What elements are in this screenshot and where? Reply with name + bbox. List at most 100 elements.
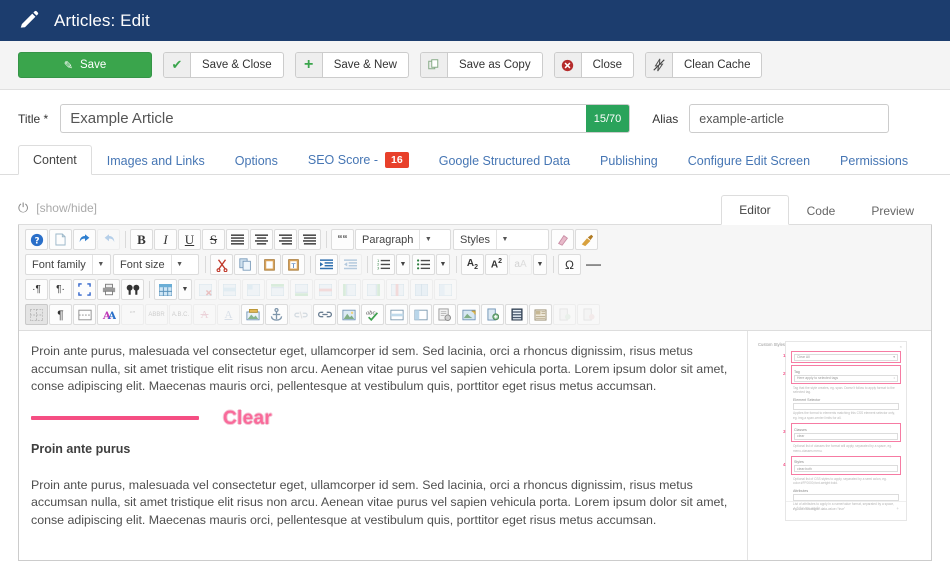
- thumbnail-field-styles: 4 Styles clear:both: [783, 455, 901, 475]
- annotation-number-4: 4: [783, 461, 786, 467]
- paste-text-icon[interactable]: T: [282, 254, 305, 275]
- chevron-down-icon: ▼: [170, 255, 188, 274]
- insert-image-icon[interactable]: [241, 304, 264, 325]
- close-icon: ×: [899, 344, 902, 349]
- alias-input[interactable]: [689, 104, 890, 133]
- underline-icon[interactable]: U: [178, 229, 201, 250]
- editor-mode-code[interactable]: Code: [789, 196, 854, 225]
- clear-style-demo: Clear: [31, 409, 733, 427]
- thumbnail-element-selector-input: [793, 402, 899, 410]
- new-document-icon[interactable]: [49, 229, 72, 250]
- close-button[interactable]: Close: [553, 52, 634, 78]
- table-icon[interactable]: [154, 279, 177, 300]
- font-family-select[interactable]: Font family ▼: [25, 254, 111, 275]
- annotation-number-2: 2: [783, 371, 786, 376]
- copy-icon[interactable]: [234, 254, 257, 275]
- thumbnail-tag-hint: Tag that the style creates, eg. span. Do…: [793, 386, 895, 395]
- contact-icon: [553, 304, 576, 325]
- numbered-list-icon[interactable]: 123: [372, 254, 395, 275]
- undo-icon[interactable]: [73, 229, 96, 250]
- tab-content[interactable]: Content: [18, 145, 92, 175]
- numbered-list-options-icon[interactable]: ▼: [396, 254, 410, 275]
- italic-icon[interactable]: I: [154, 229, 177, 250]
- spellcheck-icon[interactable]: AA: [97, 304, 120, 325]
- save-and-new-label: Save & New: [333, 59, 397, 71]
- editor-mode-editor[interactable]: Editor: [721, 195, 789, 225]
- editor-document[interactable]: Proin ante purus, malesuada vel consecte…: [19, 331, 747, 560]
- align-justify-icon[interactable]: [298, 229, 321, 250]
- paragraph-format-select[interactable]: Paragraph ▼: [355, 229, 451, 250]
- align-right-icon[interactable]: [274, 229, 297, 250]
- visual-blocks-icon[interactable]: [25, 304, 48, 325]
- tab-google-structured-data[interactable]: Google Structured Data: [424, 146, 585, 175]
- tab-permissions[interactable]: Permissions: [825, 146, 923, 175]
- outdent-icon[interactable]: [315, 254, 338, 275]
- thumbnail-styles-input: clear:both: [794, 465, 898, 473]
- template-icon[interactable]: [433, 304, 456, 325]
- search-replace-icon[interactable]: [121, 279, 144, 300]
- paragraph-mark-icon[interactable]: ¶: [49, 304, 72, 325]
- tab-publishing[interactable]: Publishing: [585, 146, 673, 175]
- strikethrough-icon[interactable]: S: [202, 229, 225, 250]
- save-and-close-button[interactable]: ✔ Save & Close: [163, 52, 284, 78]
- fullscreen-icon[interactable]: [73, 279, 96, 300]
- align-left-icon[interactable]: [226, 229, 249, 250]
- tab-configure-edit-screen[interactable]: Configure Edit Screen: [673, 146, 825, 175]
- readmore-icon[interactable]: [385, 304, 408, 325]
- chevron-down-icon: ▼: [419, 230, 436, 249]
- bold-icon[interactable]: B: [130, 229, 153, 250]
- remove-format-icon[interactable]: [551, 229, 574, 250]
- spellchecker-icon[interactable]: abc: [361, 304, 384, 325]
- rtl-icon[interactable]: ¶·: [49, 279, 72, 300]
- tinymce-editor: ? B I U S ““ Paragraph ▼ Styles ▼ Font f…: [18, 225, 932, 561]
- superscript-icon[interactable]: A2: [485, 254, 508, 275]
- help-icon[interactable]: ?: [25, 229, 48, 250]
- bullet-list-icon[interactable]: [412, 254, 435, 275]
- clean-format-icon[interactable]: [575, 229, 598, 250]
- save-and-new-button[interactable]: + Save & New: [294, 52, 409, 78]
- special-character-icon[interactable]: Ω: [558, 254, 581, 275]
- styles-select[interactable]: Styles ▼: [453, 229, 549, 250]
- cut-icon[interactable]: [210, 254, 233, 275]
- thumbnail-clear-all-select: Clear All ▾: [794, 353, 898, 361]
- save-as-copy-button[interactable]: Save as Copy: [419, 52, 543, 78]
- title-input[interactable]: [60, 104, 586, 133]
- layout-icon[interactable]: [529, 304, 552, 325]
- seo-score-badge: 16: [385, 152, 409, 168]
- tab-images-and-links[interactable]: Images and Links: [92, 146, 220, 175]
- save-button[interactable]: ✎ Save: [18, 52, 152, 78]
- subscript-icon[interactable]: A2: [461, 254, 484, 275]
- tinymce-toolbar-row-2: Font family ▼ Font size ▼ T 1 2 3 ▼ ▼ A2…: [23, 252, 927, 277]
- table-options-icon[interactable]: ▼: [178, 279, 192, 300]
- horizontal-rule-icon[interactable]: [582, 254, 605, 275]
- tab-seo-score[interactable]: SEO Score - 16: [293, 144, 424, 175]
- table-row-props-icon: [218, 279, 241, 300]
- blockquote-icon[interactable]: ““: [331, 229, 354, 250]
- link-icon[interactable]: [313, 304, 336, 325]
- tab-options[interactable]: Options: [220, 146, 293, 175]
- ltr-icon[interactable]: ·¶: [25, 279, 48, 300]
- print-icon[interactable]: [97, 279, 120, 300]
- chevron-down-icon: ↕: [893, 376, 895, 380]
- page-break-icon[interactable]: [73, 304, 96, 325]
- insert-column-before-icon: [338, 279, 361, 300]
- toggle-editor-button[interactable]: ⏻ [show/hide]: [18, 200, 97, 224]
- toolbar-separator: [149, 281, 150, 298]
- bullet-list-options-icon[interactable]: ▼: [436, 254, 450, 275]
- tab-images-and-links-label: Images and Links: [106, 154, 205, 168]
- thumbnail-field-tag: 2 Tag Here apply to selected tags ↕: [783, 365, 901, 384]
- thumbnail-field-classes: 3 Classes clear: [783, 423, 901, 443]
- font-size-select[interactable]: Font size ▼: [113, 254, 199, 275]
- paste-icon[interactable]: [258, 254, 281, 275]
- clean-cache-button[interactable]: Clean Cache: [644, 52, 763, 78]
- editor-mode-preview[interactable]: Preview: [853, 196, 932, 225]
- anchor-icon[interactable]: [265, 304, 288, 325]
- article-icon[interactable]: [481, 304, 504, 325]
- tab-content-label: Content: [33, 153, 77, 167]
- image-icon[interactable]: [337, 304, 360, 325]
- pagebreak-icon[interactable]: [409, 304, 432, 325]
- media-icon[interactable]: [457, 304, 480, 325]
- editor-content-area[interactable]: Proin ante purus, malesuada vel consecte…: [19, 331, 931, 560]
- align-center-icon[interactable]: [250, 229, 273, 250]
- module-icon[interactable]: [505, 304, 528, 325]
